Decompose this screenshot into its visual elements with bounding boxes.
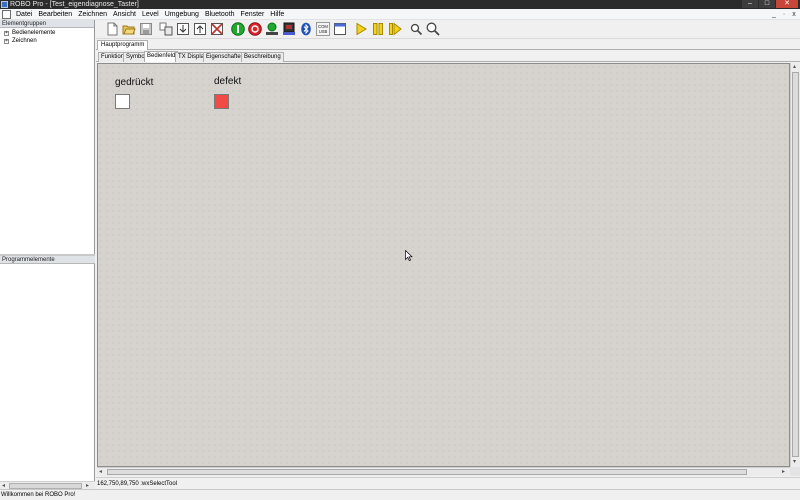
menu-bearbeiten[interactable]: Bearbeiten	[35, 9, 75, 20]
stop-icon[interactable]	[248, 22, 262, 36]
toolbar: COM USB	[96, 20, 800, 39]
vertical-scroll-thumb[interactable]	[792, 72, 799, 457]
upload-icon[interactable]	[193, 22, 207, 36]
menu-fenster[interactable]: Fenster	[238, 9, 268, 20]
coordinate-readout: 162,750,89,750 :wxSelectTool	[96, 477, 800, 489]
program-elements-panel: Programmelemente	[0, 256, 95, 264]
close-button[interactable]: ✕	[776, 0, 798, 8]
program-elements-header: Programmelemente	[0, 256, 95, 264]
menu-bar: Datei Bearbeiten Zeichnen Ansicht Level …	[0, 9, 800, 20]
window-icon[interactable]	[333, 22, 347, 36]
expand-icon[interactable]: +	[4, 39, 9, 44]
element-tree: + Bedienelemente + Zeichnen	[0, 28, 94, 45]
element-groups-header: Elementgruppen	[0, 20, 94, 28]
scroll-down-icon[interactable]: ▾	[793, 459, 796, 465]
menu-datei[interactable]: Datei	[13, 9, 35, 20]
tree-item-zeichnen[interactable]: + Zeichnen	[0, 37, 94, 45]
element-groups-panel: Elementgruppen + Bedienelemente + Zeichn…	[0, 20, 95, 489]
start-icon[interactable]	[231, 22, 245, 36]
tab-bedienfeld[interactable]: Bedienfeld	[144, 51, 179, 62]
tree-item-label: Zeichnen	[12, 38, 37, 44]
tab-beschreibung[interactable]: Beschreibung	[241, 52, 284, 62]
scroll-corner	[790, 467, 800, 476]
delete-icon[interactable]	[210, 22, 224, 36]
title-bar: ROBO Pro - [Test_eigendiagnose_Taster] –…	[0, 0, 800, 9]
scroll-right-icon[interactable]: ▸	[782, 469, 785, 475]
maximize-button[interactable]: □	[759, 0, 775, 8]
menu-ansicht[interactable]: Ansicht	[110, 9, 139, 20]
left-horizontal-scrollbar[interactable]: ◂ ▸	[0, 481, 95, 489]
vertical-scrollbar[interactable]: ▴ ▾	[790, 63, 800, 467]
program-tabs: Hauptprogramm	[96, 39, 800, 50]
open-folder-icon[interactable]	[122, 22, 136, 36]
horizontal-scroll-thumb[interactable]	[107, 469, 747, 475]
status-bar: Willkommen bei ROBO Pro!	[0, 489, 800, 500]
mouse-cursor-icon	[405, 250, 413, 261]
mdi-restore-button[interactable]: ·	[780, 9, 788, 20]
tree-item-label: Bedienelemente	[12, 30, 56, 36]
step-icon[interactable]	[388, 22, 402, 36]
horizontal-scrollbar[interactable]: ◂ ▸	[97, 467, 790, 476]
tab-hauptprogramm[interactable]: Hauptprogramm	[97, 40, 149, 50]
expand-icon[interactable]: +	[4, 31, 9, 36]
scroll-up-icon[interactable]: ▴	[793, 64, 796, 70]
save-icon[interactable]	[139, 22, 153, 36]
robo-interface-icon[interactable]	[265, 22, 279, 36]
new-file-icon[interactable]	[105, 22, 119, 36]
document-icon[interactable]	[2, 10, 11, 19]
mdi-minimize-button[interactable]: _	[770, 9, 778, 20]
lamp-gedrueckt[interactable]	[115, 94, 130, 109]
menu-bluetooth[interactable]: Bluetooth	[202, 9, 238, 20]
lamp-label-defekt: defekt	[214, 76, 242, 87]
play-icon[interactable]	[354, 22, 368, 36]
minimize-button[interactable]: –	[742, 0, 758, 8]
svg-text:USB: USB	[319, 29, 328, 34]
tree-item-bedienelemente[interactable]: + Bedienelemente	[0, 29, 94, 37]
bluetooth-icon[interactable]	[299, 22, 313, 36]
zoom-icon[interactable]	[426, 22, 440, 36]
menu-level[interactable]: Level	[139, 9, 162, 20]
pause-icon[interactable]	[371, 22, 385, 36]
scroll-left-icon[interactable]: ◂	[99, 469, 102, 475]
app-icon	[1, 1, 8, 8]
lamp-defekt[interactable]	[214, 94, 229, 109]
menu-zeichnen[interactable]: Zeichnen	[75, 9, 110, 20]
window-title: ROBO Pro - [Test_eigendiagnose_Taster]	[10, 1, 139, 8]
window-controls: – □ ✕	[742, 0, 798, 9]
run-interface-icon[interactable]	[282, 22, 296, 36]
cut-copy-icon[interactable]	[159, 22, 173, 36]
lamp-label-gedrueckt: gedrückt	[115, 77, 154, 88]
mdi-close-button[interactable]: x	[790, 9, 798, 20]
menu-umgebung[interactable]: Umgebung	[162, 9, 202, 20]
panel-canvas[interactable]: gedrückt defekt	[97, 63, 790, 467]
search-icon[interactable]	[409, 22, 423, 36]
download-icon[interactable]	[176, 22, 190, 36]
menu-hilfe[interactable]: Hilfe	[267, 9, 287, 20]
com-usb-icon[interactable]: COM USB	[316, 22, 330, 36]
view-tabs: Funktion Symbol Bedienfeld TX Display Ei…	[96, 51, 800, 62]
mdi-controls: _ · x	[770, 9, 798, 20]
